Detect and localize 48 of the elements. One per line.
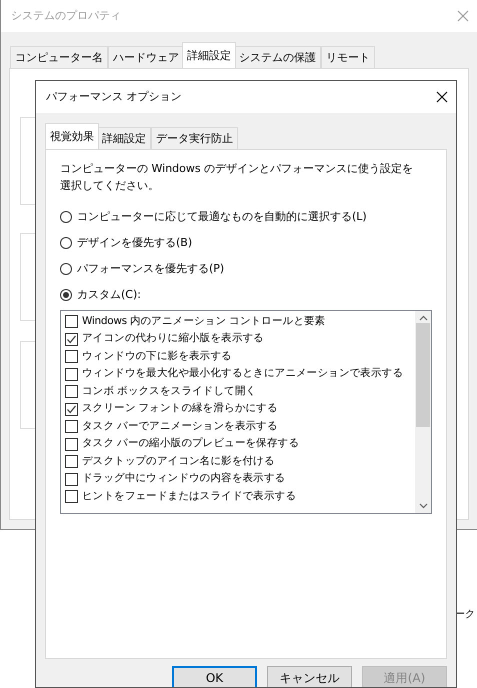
radio-button[interactable]: [60, 211, 72, 223]
tab[interactable]: システムの保護: [234, 46, 321, 68]
tab[interactable]: 詳細設定: [97, 127, 151, 149]
checkbox[interactable]: [65, 385, 78, 398]
description-text: コンピューターの Windows のデザインとパフォーマンスに使う設定を選択してください。: [60, 161, 414, 194]
tab[interactable]: データ実行防止: [151, 127, 238, 149]
tab[interactable]: ハードウェア: [108, 46, 184, 68]
checkbox-label[interactable]: スクリーン フォントの縁を滑らかにする: [82, 401, 278, 418]
checkbox-label[interactable]: ウィンドウの下に影を表示する: [82, 348, 232, 365]
tab[interactable]: コンピューター名: [10, 46, 108, 68]
radio-label[interactable]: コンピューターに応じて最適なものを自動的に選択する(L): [77, 208, 367, 226]
tab[interactable]: 視覚効果: [45, 123, 99, 149]
scroll-thumb[interactable]: [416, 323, 430, 427]
radio-label[interactable]: カスタム(C):: [77, 286, 141, 304]
scrollbar[interactable]: [415, 311, 431, 513]
checkbox-label[interactable]: デスクトップのアイコン名に影を付ける: [82, 454, 275, 470]
checkbox-label[interactable]: ドラッグ中にウィンドウの内容を表示する: [82, 471, 286, 488]
checkbox[interactable]: [65, 472, 78, 486]
checkbox-label[interactable]: ヒントをフェードまたはスライドで表示する: [82, 488, 296, 505]
checkbox[interactable]: [65, 402, 78, 416]
window-title: システムのプロパティ: [11, 8, 121, 24]
checkbox-label[interactable]: アイコンの代わりに縮小版を表示する: [82, 331, 264, 348]
tab[interactable]: 詳細設定: [182, 42, 236, 68]
checkbox[interactable]: [65, 332, 78, 346]
checkbox-label[interactable]: タスク バーの縮小版のプレビューを保存する: [82, 436, 300, 452]
checkbox[interactable]: [65, 420, 78, 434]
radio-button[interactable]: [60, 263, 72, 275]
checkbox-label[interactable]: Windows 内のアニメーション コントロールと要素: [82, 314, 326, 330]
checkbox[interactable]: [65, 350, 78, 364]
scroll-up-icon[interactable]: [418, 315, 428, 321]
close-icon[interactable]: [436, 91, 448, 103]
checkbox-label[interactable]: タスク バーでアニメーションを表示する: [82, 418, 278, 435]
checkbox-label[interactable]: コンボ ボックスをスライドして開く: [82, 384, 256, 400]
radio-button[interactable]: [60, 237, 72, 249]
checkbox[interactable]: [65, 368, 78, 381]
checkbox-label[interactable]: ウィンドウを最大化や最小化するときにアニメーションで表示する: [82, 366, 404, 382]
radio-label[interactable]: デザインを優先する(B): [77, 234, 192, 252]
dialog-button[interactable]: OK: [172, 666, 257, 687]
dialog-title: パフォーマンス オプション: [46, 88, 182, 105]
scroll-down-icon[interactable]: [418, 503, 428, 509]
checkbox[interactable]: [65, 490, 78, 504]
tab[interactable]: リモート: [321, 46, 375, 68]
radio-label[interactable]: パフォーマンスを優先する(P): [77, 260, 224, 278]
checkbox[interactable]: [65, 438, 78, 451]
dialog-button[interactable]: キャンセル: [267, 666, 352, 687]
checkbox[interactable]: [65, 455, 78, 468]
radio-button[interactable]: [60, 289, 72, 301]
checkbox[interactable]: [65, 315, 78, 328]
